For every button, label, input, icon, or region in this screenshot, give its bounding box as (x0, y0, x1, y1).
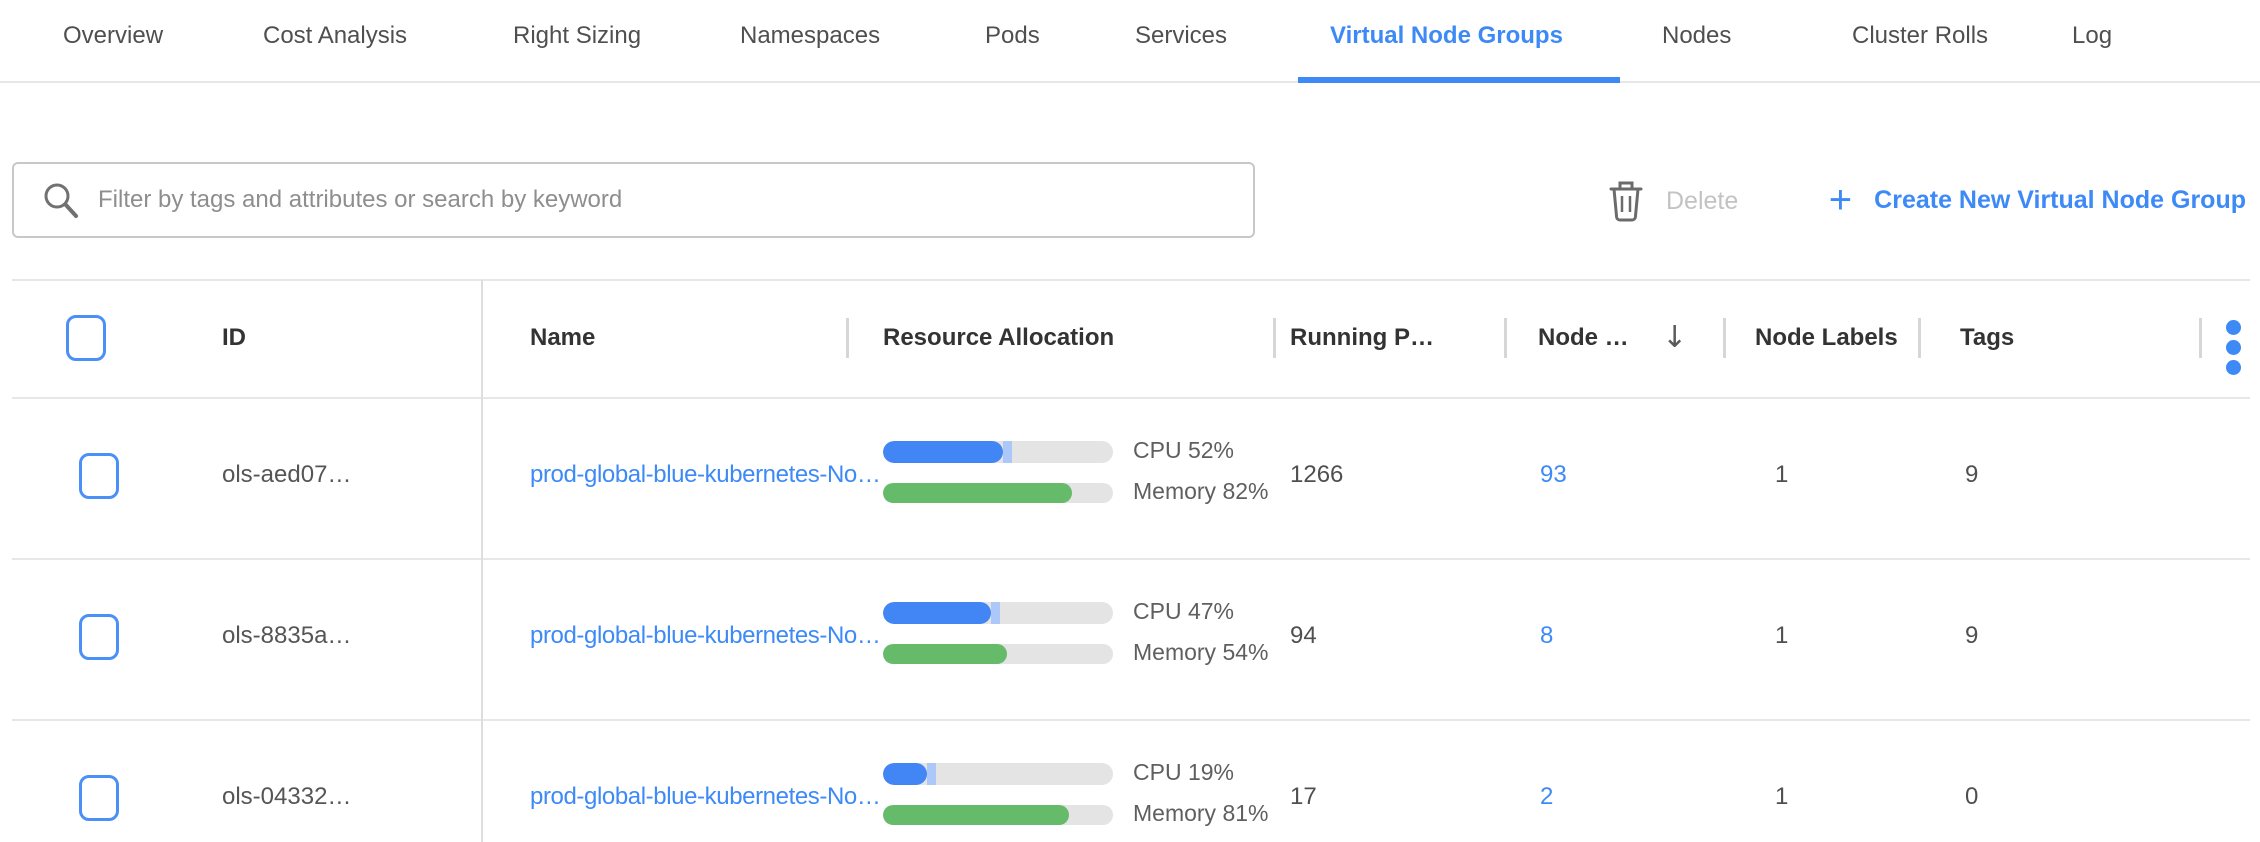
row-name-link[interactable]: prod-global-blue-kubernetes-No… (530, 460, 880, 490)
top-tab-bar: Overview Cost Analysis Right Sizing Name… (0, 0, 2260, 83)
column-header-name[interactable]: Name (530, 324, 595, 352)
filter-search-box[interactable] (12, 162, 1255, 238)
tab-cluster-rolls[interactable]: Cluster Rolls (1852, 22, 1988, 50)
cpu-bar-fill (883, 602, 991, 624)
create-label: Create New Virtual Node Group (1874, 186, 2246, 215)
cpu-bar-fill (883, 441, 1003, 463)
tab-namespaces[interactable]: Namespaces (740, 22, 880, 50)
row-name-link[interactable]: prod-global-blue-kubernetes-No… (530, 621, 880, 651)
cpu-bar-track (883, 441, 1113, 463)
tab-cost-analysis[interactable]: Cost Analysis (263, 22, 407, 50)
memory-bar-track (883, 483, 1113, 503)
cpu-bar-track (883, 602, 1113, 624)
resource-allocation-bars (883, 397, 1113, 558)
tab-pods[interactable]: Pods (985, 22, 1040, 50)
cpu-bar-track (883, 763, 1113, 785)
row-checkbox[interactable] (79, 775, 119, 821)
memory-bar-track (883, 644, 1113, 664)
filter-search-input[interactable] (98, 170, 1253, 230)
node-labels-value: 1 (1775, 621, 1788, 651)
cpu-bar-fill (883, 763, 927, 785)
memory-percent-label: Memory 81% (1133, 800, 1268, 827)
nodes-count-link[interactable]: 2 (1540, 782, 1553, 812)
tab-services[interactable]: Services (1135, 22, 1227, 50)
column-header-id[interactable]: ID (222, 324, 246, 352)
active-tab-underline (1298, 77, 1620, 83)
header-divider (2199, 318, 2202, 358)
memory-bar-track (883, 805, 1113, 825)
cpu-percent-label: CPU 52% (1133, 437, 1234, 464)
running-pods-value: 94 (1290, 621, 1317, 651)
cpu-percent-label: CPU 47% (1133, 598, 1234, 625)
node-labels-value: 1 (1775, 460, 1788, 490)
tab-nodes[interactable]: Nodes (1662, 22, 1731, 50)
row-id: ols-8835a… (222, 621, 351, 651)
column-header-running-pods[interactable]: Running P… (1290, 324, 1434, 352)
tags-value: 9 (1965, 460, 1978, 490)
row-id: ols-aed07… (222, 460, 351, 490)
nodes-count-link[interactable]: 93 (1540, 460, 1567, 490)
sort-descending-arrow-icon[interactable]: ↓ (1662, 320, 1687, 355)
resource-allocation-bars (883, 558, 1113, 719)
column-header-resource-allocation[interactable]: Resource Allocation (883, 324, 1114, 352)
running-pods-value: 17 (1290, 782, 1317, 812)
tags-value: 0 (1965, 782, 1978, 812)
running-pods-value: 1266 (1290, 460, 1343, 490)
trash-icon (1608, 179, 1644, 223)
memory-bar-fill (883, 805, 1069, 825)
column-header-node-labels[interactable]: Node Labels (1755, 324, 1898, 352)
header-divider (846, 318, 849, 358)
nodes-count-link[interactable]: 8 (1540, 621, 1553, 651)
header-divider (1723, 318, 1726, 358)
row-checkbox[interactable] (79, 453, 119, 499)
table-top-border (12, 279, 2250, 281)
tab-log[interactable]: Log (2072, 22, 2112, 50)
create-new-virtual-node-group-button[interactable]: + Create New Virtual Node Group (1829, 176, 2246, 224)
column-header-nodes[interactable]: Node … (1538, 324, 1629, 352)
select-all-checkbox[interactable] (66, 315, 106, 361)
row-id: ols-04332… (222, 782, 351, 812)
column-header-tags[interactable]: Tags (1960, 324, 2014, 352)
table-row: ols-8835a… prod-global-blue-kubernetes-N… (0, 558, 2260, 719)
delete-label: Delete (1666, 187, 1738, 216)
tab-overview[interactable]: Overview (63, 22, 163, 50)
memory-bar-fill (883, 644, 1007, 664)
search-icon (42, 181, 80, 219)
header-divider (1273, 318, 1276, 358)
row-checkbox[interactable] (79, 614, 119, 660)
cpu-percent-label: CPU 19% (1133, 759, 1234, 786)
tags-value: 9 (1965, 621, 1978, 651)
memory-percent-label: Memory 54% (1133, 639, 1268, 666)
memory-bar-fill (883, 483, 1072, 503)
memory-percent-label: Memory 82% (1133, 478, 1268, 505)
tab-right-sizing[interactable]: Right Sizing (513, 22, 641, 50)
plus-icon: + (1829, 180, 1852, 220)
header-divider (1918, 318, 1921, 358)
virtual-node-groups-page: Overview Cost Analysis Right Sizing Name… (0, 0, 2260, 842)
header-divider (1504, 318, 1507, 358)
node-labels-value: 1 (1775, 782, 1788, 812)
column-settings-kebab-menu-icon[interactable] (2226, 320, 2242, 380)
row-name-link[interactable]: prod-global-blue-kubernetes-No… (530, 782, 880, 812)
table-row: ols-aed07… prod-global-blue-kubernetes-N… (0, 397, 2260, 558)
delete-button[interactable]: Delete (1608, 178, 1738, 224)
table-row: ols-04332… prod-global-blue-kubernetes-N… (0, 719, 2260, 842)
resource-allocation-bars (883, 719, 1113, 842)
tab-virtual-node-groups[interactable]: Virtual Node Groups (1330, 22, 1563, 50)
